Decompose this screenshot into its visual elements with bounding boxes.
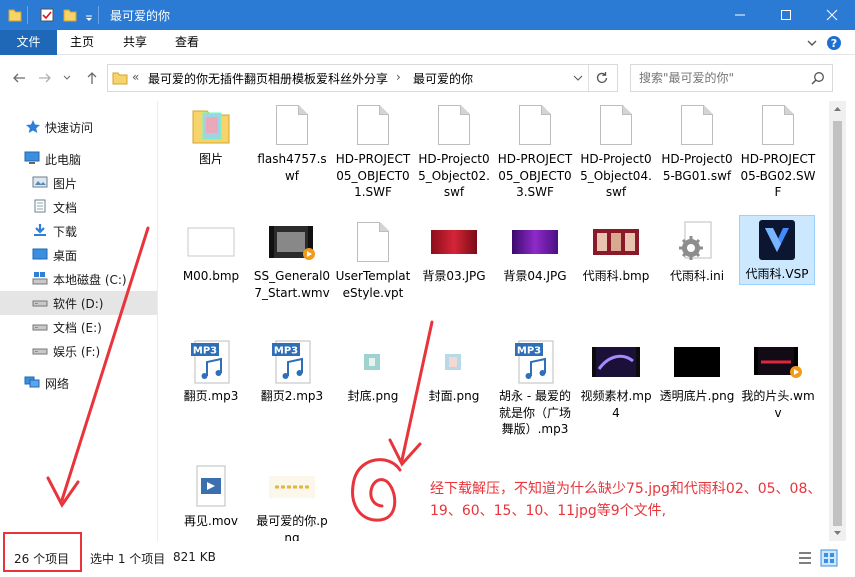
annotation-text: 经下载解压，不知道为什么缺少75.jpg和代雨科02、05、08、19、60、1… bbox=[430, 481, 822, 519]
annotation-highlight-box bbox=[3, 532, 82, 572]
annotation-arrow-right bbox=[400, 320, 434, 462]
annotation-arrow-left bbox=[60, 226, 150, 502]
annotation-scribble bbox=[351, 458, 402, 522]
